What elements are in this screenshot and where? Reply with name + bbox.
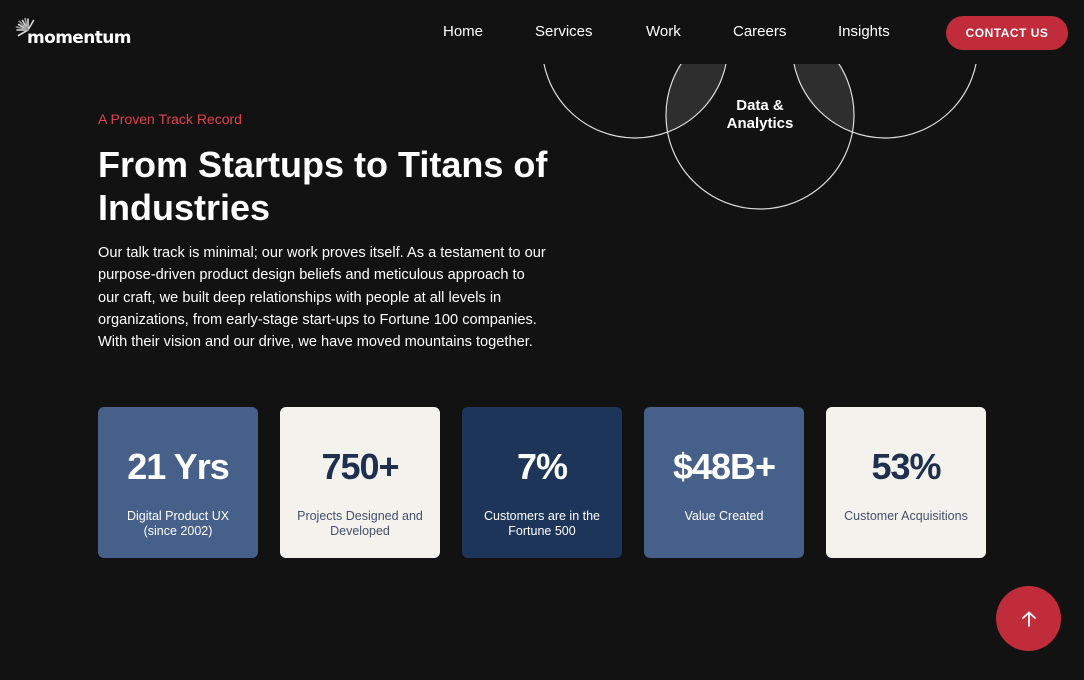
- venn-label-line2: Analytics: [726, 115, 794, 132]
- stat-card-value: $48B+ Value Created: [644, 407, 804, 558]
- stat-label: Customers are in the Fortune 500: [483, 509, 601, 538]
- stat-card-years: 21 Yrs Digital Product UX (since 2002): [98, 407, 258, 558]
- contact-us-button[interactable]: CONTACT US: [946, 16, 1068, 50]
- stat-card-acquisitions: 53% Customer Acquisitions: [826, 407, 986, 558]
- stat-label: Value Created: [684, 509, 764, 523]
- intro-paragraph: Our talk track is minimal; our work prov…: [98, 245, 546, 351]
- nav-careers[interactable]: Careers: [733, 23, 786, 40]
- nav-insights[interactable]: Insights: [838, 23, 890, 40]
- nav-work[interactable]: Work: [646, 23, 681, 40]
- stat-label: Projects Designed and Developed: [297, 509, 423, 538]
- stat-label: Customer Acquisitions: [844, 509, 968, 523]
- site-header: momentum Home Services Work Careers Insi…: [0, 0, 1084, 64]
- stat-value: 21 Yrs: [127, 446, 229, 487]
- arrow-up-icon: [1021, 611, 1036, 627]
- stat-card-fortune: 7% Customers are in the Fortune 500: [462, 407, 622, 558]
- stat-label: Digital Product UX (since 2002): [126, 509, 230, 538]
- section-eyebrow: A Proven Track Record: [98, 111, 242, 127]
- stat-value: 7%: [516, 446, 568, 487]
- stat-value: 53%: [871, 446, 941, 487]
- nav-home[interactable]: Home: [443, 23, 483, 40]
- stat-card-projects: 750+ Projects Designed and Developed: [280, 407, 440, 558]
- scroll-to-top-button[interactable]: [996, 586, 1061, 651]
- stat-value: 750+: [321, 446, 399, 487]
- stat-value: $48B+: [672, 446, 776, 487]
- venn-label: Data & Analytics: [700, 97, 820, 133]
- nav-services[interactable]: Services: [535, 23, 593, 40]
- page-title: From Startups to Titans of Industries: [98, 144, 548, 228]
- venn-label-line1: Data &: [736, 97, 784, 114]
- logo-wordmark: momentum: [27, 28, 131, 48]
